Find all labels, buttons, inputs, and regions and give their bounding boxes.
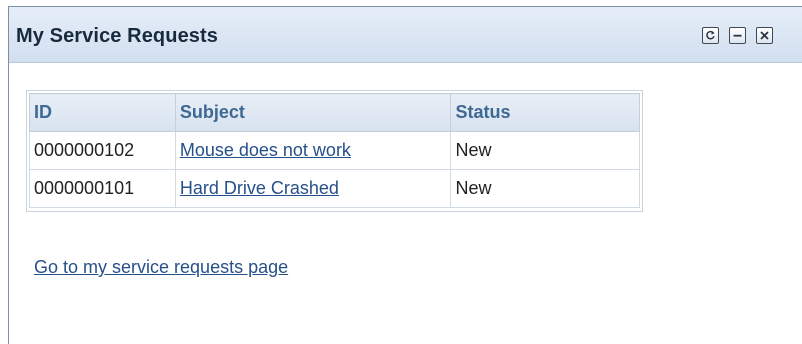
close-button[interactable]: [756, 27, 773, 44]
table-row: 0000000101 Hard Drive Crashed New: [29, 169, 640, 208]
refresh-icon: [706, 30, 715, 40]
table-header-row: ID Subject Status: [29, 93, 640, 132]
table-row: 0000000102 Mouse does not work New: [29, 131, 640, 170]
column-header-subject[interactable]: Subject: [174, 93, 452, 132]
request-subject-link[interactable]: Hard Drive Crashed: [180, 178, 339, 198]
refresh-button[interactable]: [702, 27, 719, 44]
pagelet-header: My Service Requests: [9, 7, 802, 63]
request-id: 0000000101: [29, 169, 176, 208]
minimize-button[interactable]: [729, 27, 746, 44]
close-icon: [760, 31, 769, 40]
pagelet-title: My Service Requests: [16, 25, 218, 47]
request-status: New: [450, 169, 640, 208]
column-header-id[interactable]: ID: [29, 93, 176, 132]
request-status: New: [450, 131, 640, 170]
my-service-requests-pagelet: My Service Requests ID Subject Status 00…: [8, 6, 802, 344]
request-subject-cell: Hard Drive Crashed: [174, 169, 452, 208]
service-requests-grid: ID Subject Status 0000000102 Mouse does …: [26, 90, 643, 212]
column-header-status[interactable]: Status: [450, 93, 640, 132]
request-id: 0000000102: [29, 131, 176, 170]
request-subject-link[interactable]: Mouse does not work: [180, 140, 351, 160]
minimize-icon: [733, 34, 742, 37]
service-requests-page-link[interactable]: Go to my service requests page: [34, 257, 288, 278]
request-subject-cell: Mouse does not work: [174, 131, 452, 170]
service-requests-table: ID Subject Status 0000000102 Mouse does …: [29, 93, 640, 208]
